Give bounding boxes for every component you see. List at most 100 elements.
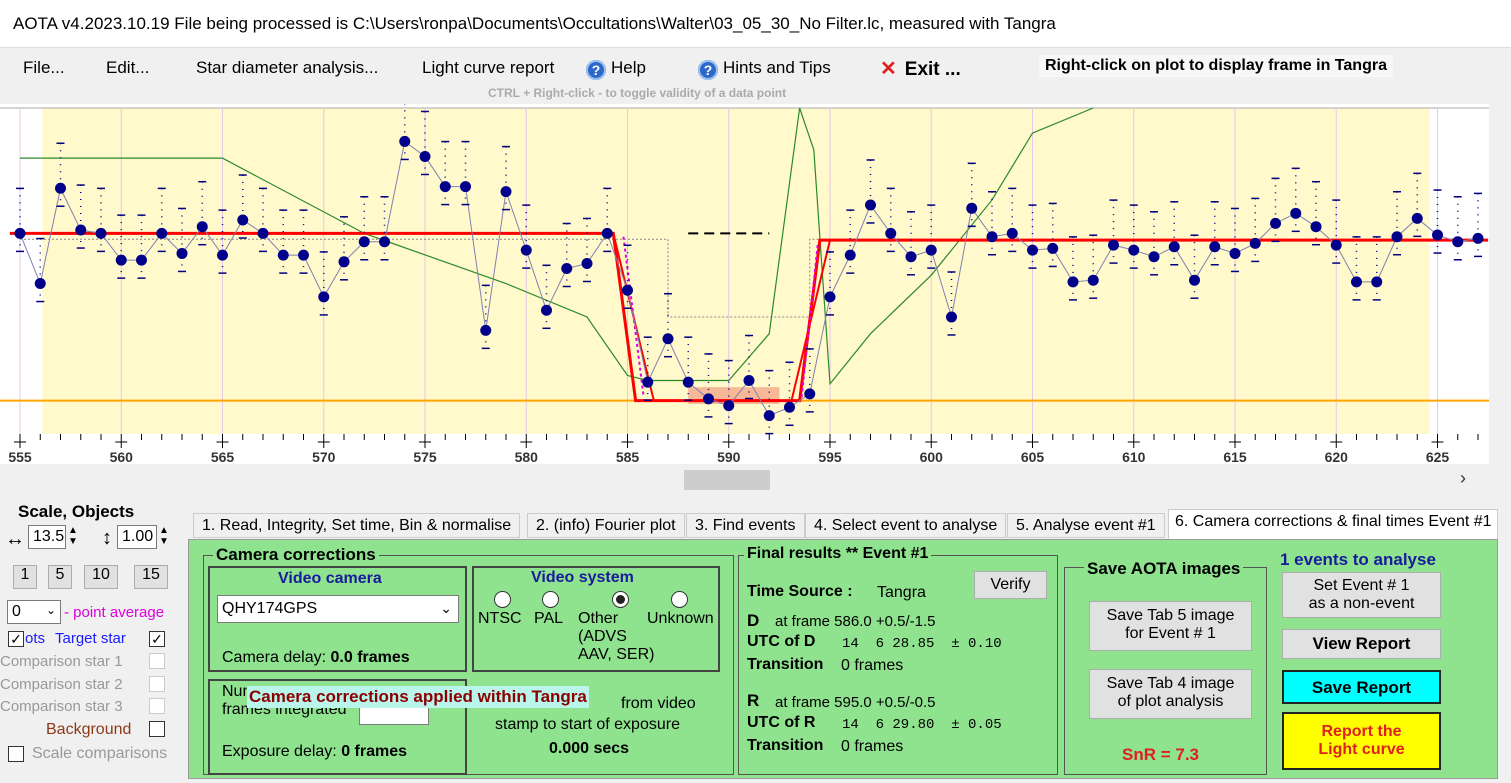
data-point: [460, 181, 471, 193]
plot-area-highlight: [42, 108, 1430, 434]
stamp-text-2: stamp to start of exposure: [495, 716, 680, 733]
data-point: [784, 401, 795, 413]
right-click-hint: Right-click on plot to display frame in …: [1039, 55, 1393, 77]
scale-comparisons-checkbox[interactable]: [8, 746, 24, 762]
data-point: [1432, 229, 1443, 241]
background-label: Background: [46, 721, 132, 738]
chevron-down-icon: ⌄: [440, 600, 452, 616]
exposure-delay-text: Exposure delay:: [222, 743, 337, 760]
ntsc-radio[interactable]: [494, 591, 511, 608]
utc-r-value: 14 6 29.80 ± 0.05: [842, 717, 1002, 733]
save-tab4-button[interactable]: Save Tab 4 image of plot analysis: [1089, 669, 1252, 719]
horizontal-arrows-icon: ↔: [5, 528, 25, 550]
point-average-select[interactable]: 0 ⌄: [7, 600, 61, 624]
report-light-curve-button[interactable]: Report the Light curve: [1282, 712, 1441, 770]
transition-r-label: Transition: [747, 737, 824, 754]
camera-select[interactable]: QHY174GPS ⌄: [217, 595, 459, 623]
data-point: [439, 181, 451, 193]
x-tick-label: 575: [413, 449, 437, 464]
snr-value: SnR = 7.3: [1122, 745, 1200, 764]
data-point: [1189, 274, 1200, 286]
data-point: [541, 304, 552, 316]
data-point: [1371, 276, 1383, 288]
point-average-value: 0: [12, 603, 21, 620]
target-star-checkbox[interactable]: ✓: [149, 631, 165, 647]
other-radio[interactable]: [612, 591, 629, 608]
set-non-event-button[interactable]: Set Event # 1 as a non-event: [1282, 572, 1441, 618]
unknown-label: Unknown: [647, 610, 714, 627]
data-point: [622, 284, 633, 296]
tab-fourier-plot[interactable]: 2. (info) Fourier plot: [527, 513, 685, 538]
comparison-star-1-checkbox[interactable]: [149, 653, 165, 669]
tab-analyse-event[interactable]: 5. Analyse event #1: [1007, 513, 1165, 538]
data-point: [14, 227, 26, 239]
background-checkbox[interactable]: [149, 721, 165, 737]
data-point: [1411, 212, 1423, 224]
light-curve-chart[interactable]: 555 560 565 570 575 580 585 590 595 600 605 610 615 6…: [0, 95, 1489, 465]
plots-checkbox[interactable]: ✓: [8, 631, 24, 647]
tab-read-integrity[interactable]: 1. Read, Integrity, Set time, Bin & norm…: [193, 513, 521, 538]
menu-help[interactable]: ? Help: [586, 58, 646, 80]
r-label: R: [747, 691, 760, 710]
light-curve-plot[interactable]: 555 560 565 570 575 580 585 590 595 600 605 610 615 6…: [0, 95, 1489, 465]
comparison-star-2-checkbox[interactable]: [149, 676, 165, 692]
x-tick-label: 605: [1021, 449, 1045, 464]
x-tick-label: 555: [8, 449, 32, 464]
menu-edit[interactable]: Edit...: [106, 58, 149, 78]
transition-r-value: 0 frames: [841, 738, 904, 755]
vscale-input[interactable]: 1.00: [117, 525, 157, 549]
data-point: [1006, 227, 1018, 239]
plot-scrollbar[interactable]: ›: [0, 466, 1489, 494]
menu-hints[interactable]: ? Hints and Tips: [698, 58, 831, 80]
unknown-radio[interactable]: [671, 591, 688, 608]
save-tab5-button[interactable]: Save Tab 5 image for Event # 1: [1089, 601, 1252, 651]
save-report-button[interactable]: Save Report: [1282, 670, 1441, 704]
tab-find-events[interactable]: 3. Find events: [686, 513, 805, 538]
data-point: [318, 291, 330, 303]
data-point: [277, 249, 289, 261]
scrollbar-thumb[interactable]: [684, 470, 770, 490]
exposure-delay-label: Exposure delay: 0 frames: [222, 743, 407, 761]
time-source-label: Time Source :: [747, 583, 853, 600]
data-point: [581, 257, 593, 269]
scale-10-button[interactable]: 10: [84, 565, 118, 589]
scroll-right-arrow-icon[interactable]: ›: [1460, 468, 1466, 489]
data-point: [338, 256, 350, 268]
data-point: [115, 254, 127, 266]
data-point: [723, 400, 735, 412]
data-point: [1087, 274, 1099, 286]
scale-1-button[interactable]: 1: [13, 565, 37, 589]
menu-exit[interactable]: ✕ Exit ...: [880, 56, 961, 81]
scale-15-button[interactable]: 15: [134, 565, 168, 589]
menu-hints-label: Hints and Tips: [723, 58, 831, 77]
data-point: [662, 333, 674, 345]
data-point: [1391, 231, 1403, 243]
hscale-input[interactable]: 13.5: [28, 525, 66, 549]
view-report-button[interactable]: View Report: [1282, 629, 1441, 659]
pal-radio[interactable]: [542, 591, 559, 608]
vscale-spinner-icon[interactable]: ▲ ▼: [159, 525, 169, 547]
data-point: [885, 227, 897, 239]
time-source-value: Tangra: [877, 584, 926, 601]
tab-camera-corrections[interactable]: 6. Camera corrections & final times Even…: [1168, 509, 1498, 539]
tab-select-event[interactable]: 4. Select event to analyse: [805, 513, 1007, 538]
x-tick-label: 570: [312, 449, 336, 464]
x-tick-label: 565: [211, 449, 235, 464]
x-tick-label: 610: [1122, 449, 1146, 464]
menu-light-curve-report[interactable]: Light curve report: [422, 58, 554, 78]
utc-d-value: 14 6 28.85 ± 0.10: [842, 636, 1002, 652]
data-point: [1351, 276, 1362, 288]
menu-star-diameter[interactable]: Star diameter analysis...: [196, 58, 378, 78]
hscale-spinner-icon[interactable]: ▲ ▼: [68, 525, 78, 547]
x-tick-label: 590: [717, 449, 741, 464]
verify-button[interactable]: Verify: [974, 571, 1047, 599]
menu-file[interactable]: File...: [23, 58, 65, 78]
comparison-star-3-checkbox[interactable]: [149, 698, 165, 714]
data-point: [399, 135, 411, 147]
x-tick-label: 625: [1426, 449, 1450, 464]
data-point: [966, 202, 978, 214]
scale-5-button[interactable]: 5: [48, 565, 72, 589]
data-point: [1310, 221, 1322, 233]
data-point: [1290, 207, 1302, 219]
data-point: [905, 251, 917, 263]
